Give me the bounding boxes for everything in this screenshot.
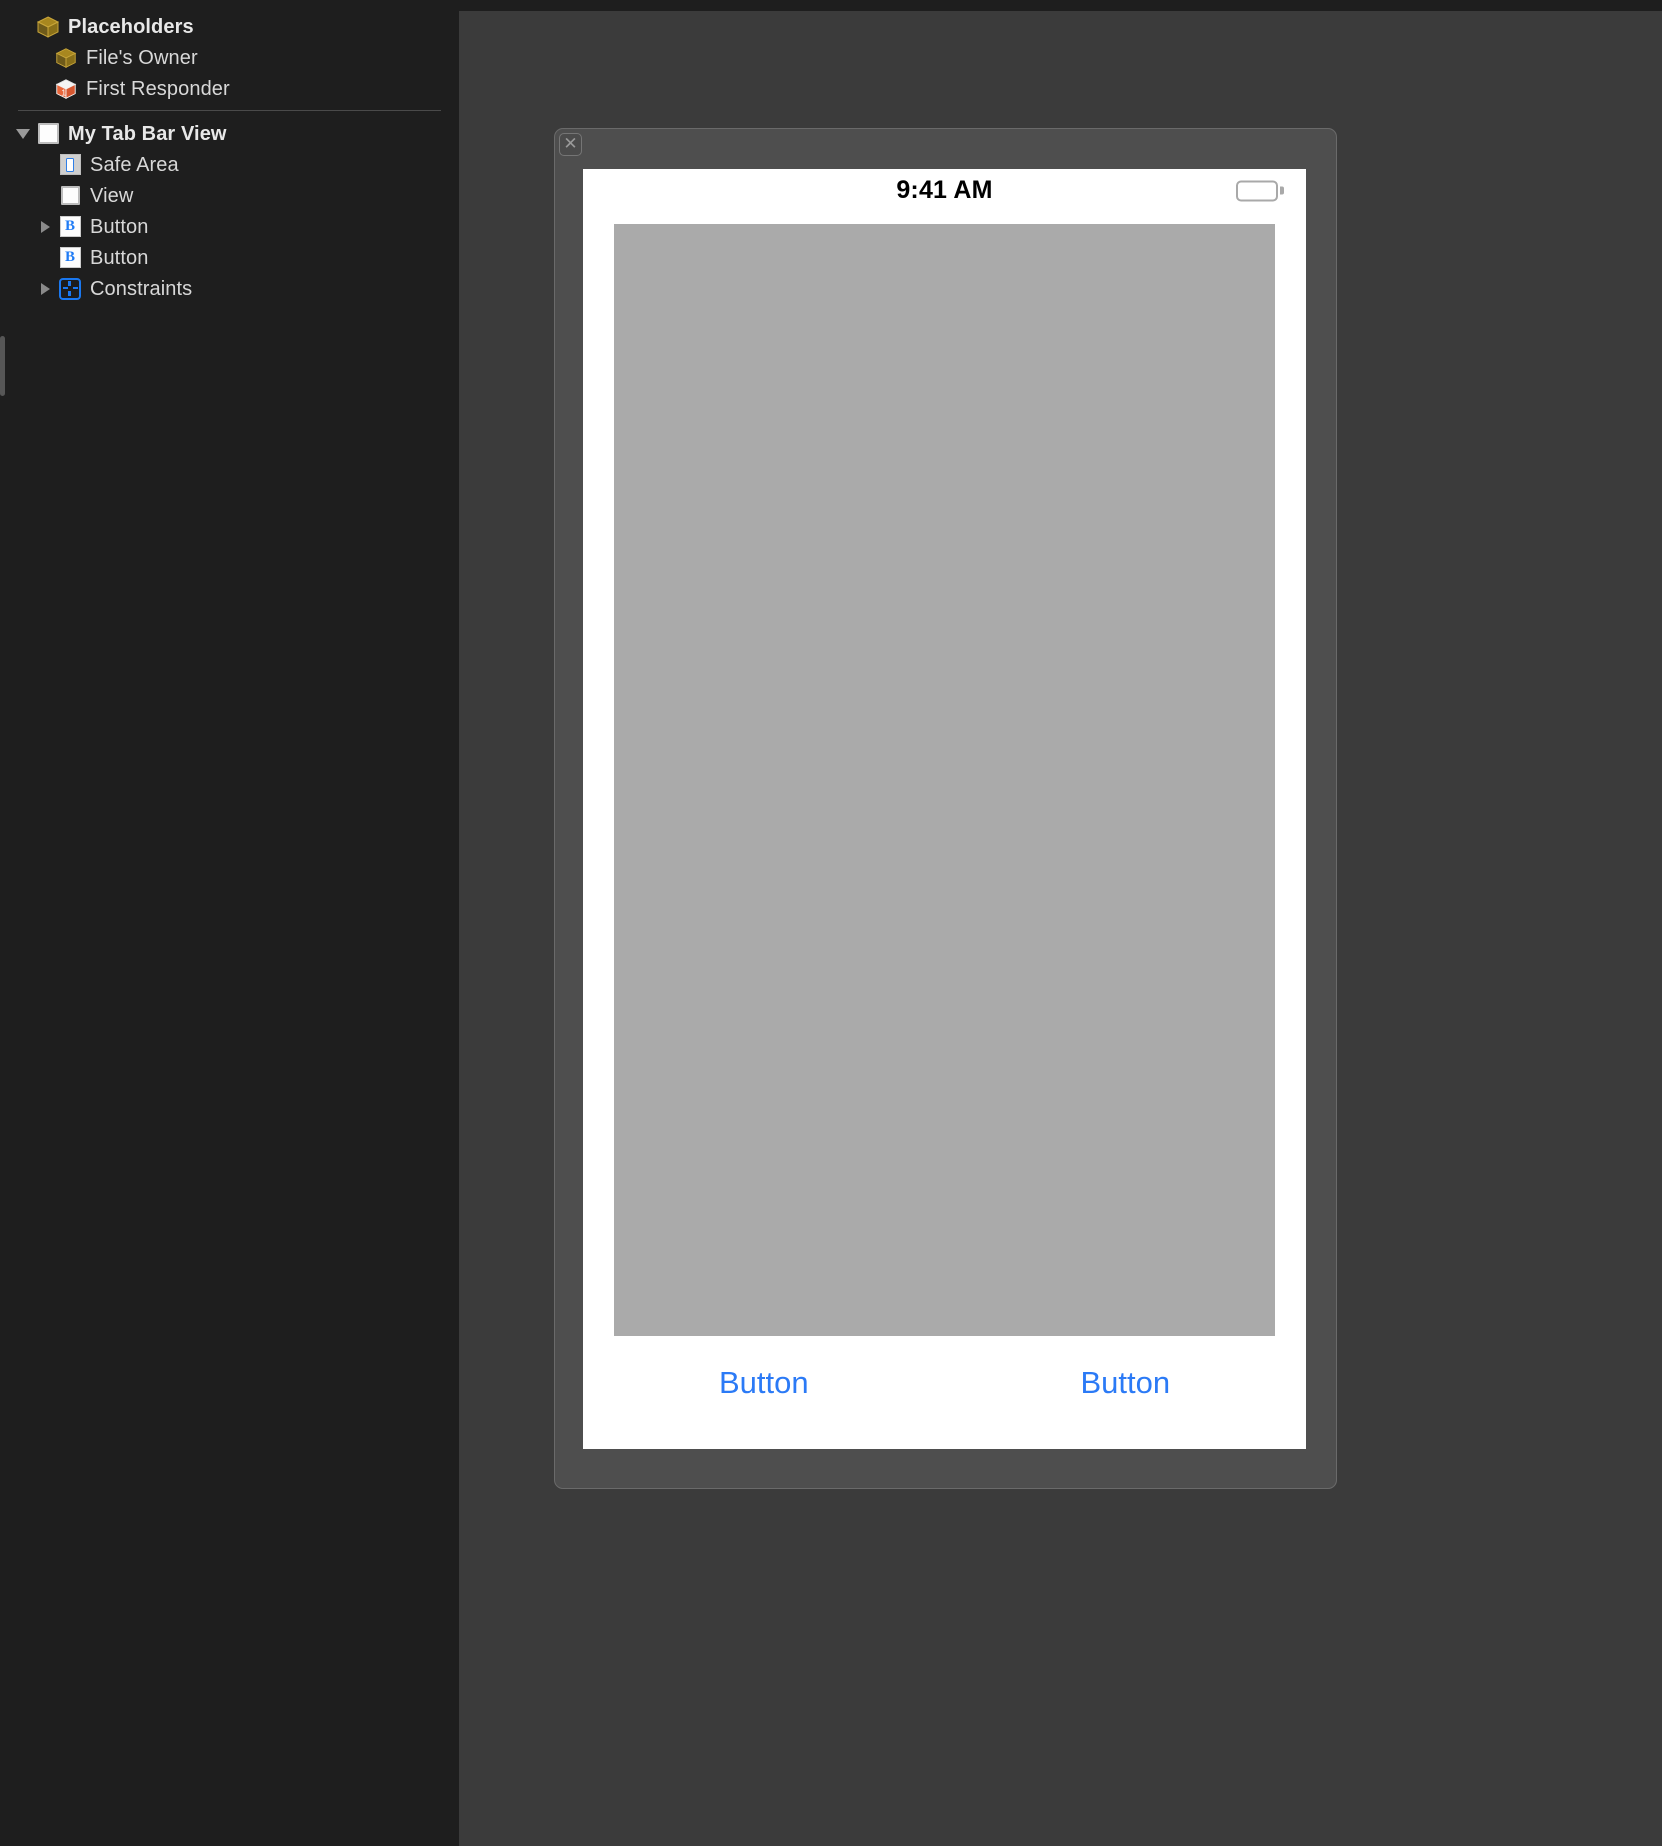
first-responder-cube-icon: 1 <box>52 77 80 101</box>
document-outline-sidebar: Placeholders File's Owner 1 First Respon… <box>0 11 459 1846</box>
outline-row-button-2[interactable]: B Button <box>0 242 459 273</box>
outline-row-safe-area[interactable]: Safe Area <box>0 149 459 180</box>
outline-label: Button <box>90 246 149 269</box>
outline-row-button-1[interactable]: B Button <box>0 211 459 242</box>
status-bar: 9:41 AM <box>583 169 1306 212</box>
battery-full-icon <box>1236 180 1284 201</box>
svg-text:1: 1 <box>61 87 66 97</box>
storyboard-canvas[interactable]: ✕ 9:41 AM Button Button <box>459 11 1662 1846</box>
device-frame[interactable]: ✕ 9:41 AM Button Button <box>554 128 1337 1489</box>
cube-icon <box>34 14 62 40</box>
outline-divider <box>18 110 441 111</box>
sidebar-scrollbar[interactable] <box>0 336 5 396</box>
chevron-right-icon[interactable] <box>34 220 56 233</box>
device-screen: 9:41 AM Button Button <box>583 169 1306 1449</box>
view-square-icon <box>34 123 62 144</box>
tab-bar-button-2[interactable]: Button <box>945 1336 1307 1398</box>
outline-label: File's Owner <box>86 46 198 69</box>
tab-bar-button-1[interactable]: Button <box>583 1336 945 1398</box>
outline-row-constraints[interactable]: Constraints <box>0 273 459 304</box>
outline-row-view[interactable]: View <box>0 180 459 211</box>
outline-label: Safe Area <box>90 153 179 176</box>
outline-label: Constraints <box>90 277 193 300</box>
outline-label: View <box>90 184 134 207</box>
outline-row-first-responder[interactable]: 1 First Responder <box>0 73 459 104</box>
content-view-placeholder[interactable] <box>614 224 1275 1336</box>
outline-label: Placeholders <box>68 15 194 38</box>
outline-label: First Responder <box>86 77 230 100</box>
tab-bar: Button Button <box>583 1336 1306 1449</box>
xcode-interface-builder-window: Placeholders File's Owner 1 First Respon… <box>0 0 1662 1846</box>
outline-tree: Placeholders File's Owner 1 First Respon… <box>0 11 459 304</box>
outline-row-files-owner[interactable]: File's Owner <box>0 42 459 73</box>
chevron-down-icon[interactable] <box>12 128 34 139</box>
outline-row-placeholders[interactable]: Placeholders <box>0 11 459 42</box>
status-time: 9:41 AM <box>896 176 993 204</box>
chevron-right-icon[interactable] <box>34 282 56 295</box>
button-icon: B <box>56 247 84 268</box>
outline-label: My Tab Bar View <box>68 122 227 145</box>
view-square-icon <box>56 186 84 205</box>
cube-icon <box>52 46 80 70</box>
constraints-icon <box>56 277 84 300</box>
outline-row-my-tab-bar-view[interactable]: My Tab Bar View <box>0 118 459 149</box>
safe-area-icon <box>56 154 84 175</box>
window-top-chrome <box>0 0 1662 11</box>
button-icon: B <box>56 216 84 237</box>
outline-label: Button <box>90 215 149 238</box>
close-icon[interactable]: ✕ <box>559 133 582 156</box>
